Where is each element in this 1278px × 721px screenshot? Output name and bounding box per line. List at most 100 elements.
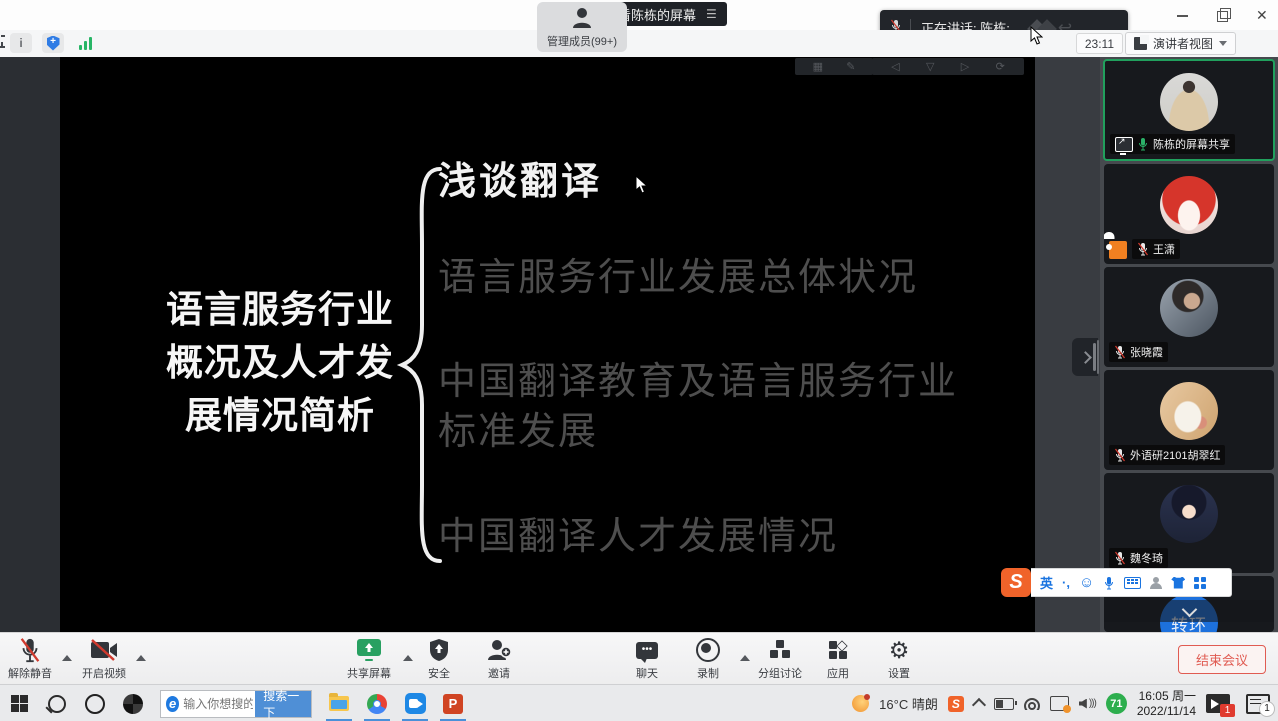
slide-item-1: 浅谈翻译 (438, 157, 602, 207)
record-button[interactable]: 录制 (696, 638, 720, 681)
participant-tile-chendong[interactable]: 陈栋的屏幕共享 (1103, 59, 1275, 161)
taskbar-clock[interactable]: 16:05 周一 2022/11/14 (1137, 689, 1196, 719)
chrome-icon[interactable] (358, 685, 396, 721)
security-guard-icon[interactable]: 71 (1106, 693, 1127, 714)
participant-tile-hucuihong[interactable]: 外语研2101胡翠红 (1104, 370, 1274, 470)
chat-button[interactable]: ••• 聊天 (636, 638, 658, 681)
windows-taskbar: e 搜索一下 P 16°C 晴朗 S ))) 71 16:05 周一 2022/… (0, 684, 1278, 721)
avatar-chendong (1160, 73, 1218, 131)
message-badge: 1 (1259, 701, 1275, 717)
share-options-chevron[interactable] (403, 655, 413, 661)
invite-label: 邀请 (488, 665, 510, 681)
sogou-keyboard-icon[interactable] (1124, 577, 1141, 589)
settings-button[interactable]: ⚙ 设置 (888, 638, 910, 681)
battery-icon[interactable] (994, 698, 1014, 710)
sogou-toolbox-icon[interactable] (1194, 577, 1206, 589)
unmute-label: 解除静音 (8, 665, 52, 681)
sogou-skin-icon[interactable] (1171, 577, 1185, 589)
apps-label: 应用 (827, 665, 849, 681)
scroll-more-overlay[interactable] (1104, 600, 1274, 622)
participant-name: 王潇 (1153, 241, 1175, 257)
volume-icon[interactable]: ))) (1079, 698, 1096, 709)
participant-name: 张晓霞 (1130, 344, 1163, 360)
participant-tile-zhangxiaoxia[interactable]: 张晓霞 (1104, 267, 1274, 367)
unmute-button[interactable]: 解除静音 (8, 638, 52, 681)
presentation-slide: ▦✎ ◁▽▷⟳ 语言服务行业 概况及人才发 展情况简析 浅谈翻译 语言服务行业发… (60, 57, 1035, 632)
weather-icon[interactable] (852, 695, 869, 712)
media-badge: 1 (1220, 704, 1235, 717)
fullscreen-icon[interactable] (0, 33, 3, 48)
topbar-left-icons: i (10, 33, 96, 53)
taskbar-search-icon[interactable] (38, 685, 76, 721)
mouse-cursor (635, 175, 648, 194)
video-options-chevron[interactable] (136, 655, 146, 661)
view-mode-button[interactable]: 演讲者视图 (1125, 32, 1236, 55)
meeting-info-icon[interactable]: i (10, 33, 32, 53)
sogou-punct-icon[interactable]: ·, (1062, 575, 1070, 590)
cortana-icon[interactable] (76, 685, 114, 721)
tray-expand-chevron[interactable] (972, 698, 986, 712)
manage-members-label: 管理成员(99+) (547, 33, 617, 49)
window-controls: ✕ (1176, 0, 1270, 30)
wifi-icon[interactable] (1024, 698, 1040, 710)
restore-button[interactable] (1216, 8, 1230, 22)
sidebar-scrollbar[interactable] (1093, 343, 1096, 371)
hamburger-icon[interactable]: ☰ (706, 7, 717, 21)
action-center-icon[interactable]: 1 (1246, 694, 1270, 714)
minimize-button[interactable] (1176, 8, 1190, 22)
record-label: 录制 (697, 665, 719, 681)
meeting-app-icon[interactable] (396, 685, 434, 721)
weather-text[interactable]: 16°C 晴朗 (879, 694, 938, 713)
share-screen-button[interactable]: 共享屏幕 (347, 638, 391, 681)
start-video-button[interactable]: 开启视频 (82, 638, 126, 681)
manage-members-button[interactable]: 管理成员(99+) (537, 2, 627, 52)
share-screen-label: 共享屏幕 (347, 665, 391, 681)
sogou-logo-icon[interactable]: S (1001, 568, 1031, 597)
breakout-button[interactable]: 分组讨论 (758, 638, 802, 681)
breakout-label: 分组讨论 (758, 665, 802, 681)
meeting-timer: 23:11 (1076, 33, 1123, 54)
mic-on-icon (1137, 137, 1149, 151)
taskbar-search-input[interactable] (179, 696, 255, 712)
powerpoint-icon[interactable]: P (434, 685, 472, 721)
start-button[interactable] (0, 685, 38, 721)
record-options-chevron[interactable] (740, 655, 750, 661)
taskbar-date: 2022/11/14 (1137, 704, 1196, 719)
participant-tile-weidongqi[interactable]: 魏冬琦 (1104, 473, 1274, 573)
sogou-emoji-icon[interactable]: ☺ (1079, 574, 1094, 591)
meeting-security-shield-icon[interactable] (42, 33, 64, 53)
media-notification-icon[interactable]: 1 (1206, 694, 1230, 713)
close-button[interactable]: ✕ (1256, 8, 1270, 22)
network-signal-icon[interactable] (74, 33, 96, 53)
taskbar-search-box[interactable]: e 搜索一下 (160, 690, 312, 718)
mic-muted-icon (1114, 551, 1126, 565)
invite-button[interactable]: 邀请 (486, 638, 512, 681)
avatar-hucuihong (1160, 382, 1218, 440)
sogou-tray-icon[interactable]: S (948, 696, 964, 712)
participants-sidebar: 陈栋的屏幕共享 王潇 张晓霞 (1100, 57, 1278, 632)
participant-label: 外语研2101胡翠红 (1109, 445, 1225, 465)
file-explorer-icon[interactable] (320, 685, 358, 721)
sogou-voice-icon[interactable] (1103, 576, 1115, 590)
chevron-down-icon (1219, 41, 1227, 46)
end-meeting-button[interactable]: 结束会议 (1178, 645, 1266, 674)
security-button[interactable]: 安全 (428, 638, 450, 681)
chevron-right-icon (1079, 351, 1092, 364)
browser-e-icon: e (166, 696, 179, 712)
sogou-account-icon[interactable] (1150, 577, 1162, 589)
avatar-weidongqi (1160, 485, 1218, 543)
chevron-down-icon (1181, 601, 1197, 617)
ppt-toolbar-ghost-left: ▦✎ (795, 58, 873, 75)
gear-icon: ⚙ (889, 639, 910, 661)
participant-tile-wangxiao[interactable]: 王潇 (1104, 164, 1274, 264)
unmute-options-chevron[interactable] (62, 655, 72, 661)
apps-button[interactable]: 应用 (827, 638, 849, 681)
sogou-lang-toggle[interactable]: 英 (1040, 573, 1053, 592)
end-meeting-label: 结束会议 (1196, 650, 1248, 669)
sidebar-scrollbar-track (1097, 340, 1099, 374)
host-badge-icon (1109, 241, 1127, 259)
pinwheel-app-icon[interactable] (114, 685, 152, 721)
slide-item-3: 中国翻译教育及语言服务行业标准发展 (438, 357, 983, 457)
cast-icon[interactable] (1050, 696, 1069, 711)
taskbar-search-button[interactable]: 搜索一下 (255, 691, 311, 717)
